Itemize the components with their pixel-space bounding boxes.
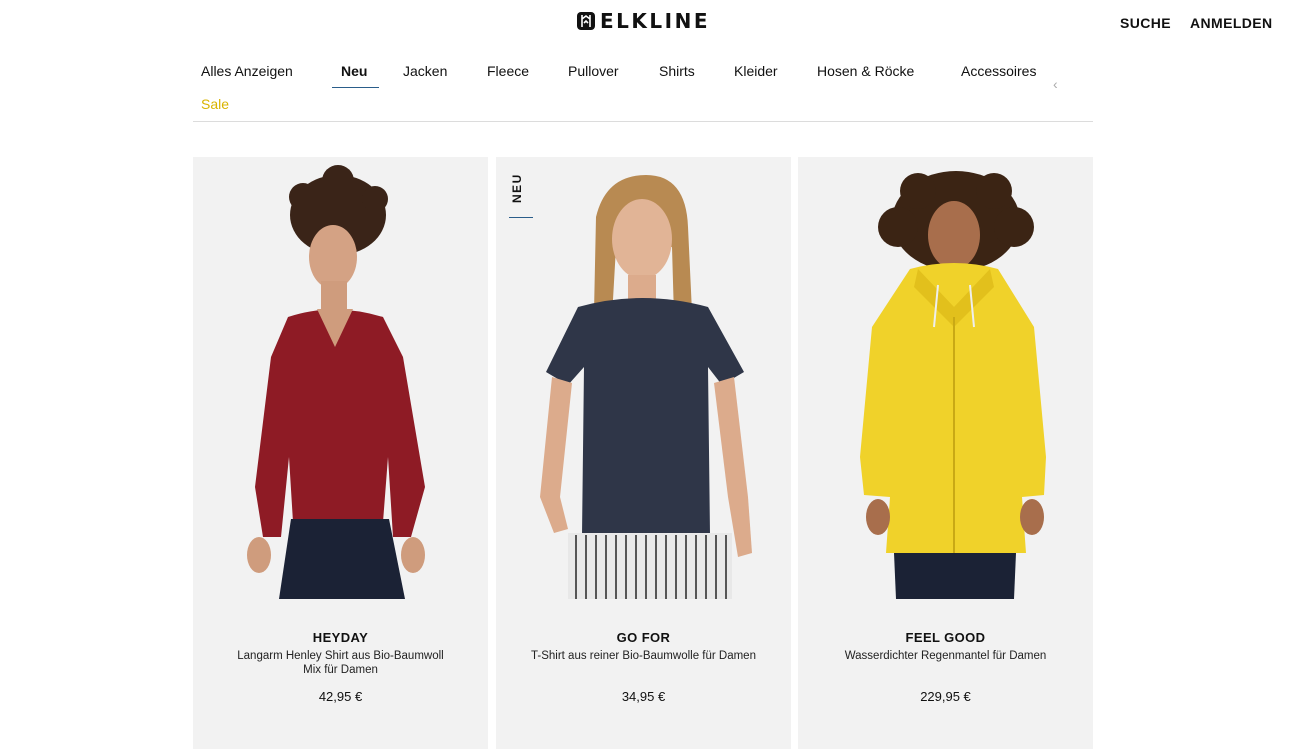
product-price: 229,95 € (920, 689, 971, 704)
site-header: ELKLINE SUCHE ANMELDEN (0, 0, 1299, 46)
nav-item-alles-anzeigen[interactable]: Alles Anzeigen (201, 63, 293, 79)
search-link[interactable]: SUCHE (1120, 15, 1171, 31)
product-brand: HEYDAY (312, 630, 369, 645)
product-grid: HEYDAY Langarm Henley Shirt aus Bio-Baum… (193, 157, 1093, 749)
elk-antler-logo-icon (577, 12, 595, 30)
product-image (860, 171, 1046, 599)
product-description: T-Shirt aus reiner Bio-Baumwolle für Dam… (531, 650, 756, 662)
nav-item-jacken[interactable]: Jacken (403, 63, 447, 79)
product-description: Wasserdichter Regenmantel für Damen (844, 650, 1047, 662)
logo-text: ELKLINE (600, 9, 710, 33)
nav-item-fleece[interactable]: Fleece (487, 63, 529, 79)
nav-item-kleider[interactable]: Kleider (734, 63, 778, 79)
new-badge: NEU (509, 167, 533, 219)
active-tab-underline (332, 87, 379, 88)
product-brand: GO FOR (616, 630, 671, 645)
logo[interactable]: ELKLINE (576, 10, 710, 32)
nav-item-neu[interactable]: Neu (341, 63, 367, 79)
nav-item-sale[interactable]: Sale (201, 96, 229, 112)
new-badge-label: NEU (510, 173, 524, 203)
product-card[interactable]: NEU GO FOR T-Shirt aus reiner Bio-Baumwo… (496, 157, 791, 749)
product-card[interactable]: HEYDAY Langarm Henley Shirt aus Bio-Baum… (193, 157, 488, 749)
category-nav: Alles Anzeigen Neu Jacken Fleece Pullove… (193, 60, 1093, 122)
nav-item-hosen-roecke[interactable]: Hosen & Röcke (817, 63, 914, 79)
nav-prev-chevron-icon[interactable]: ‹ (1053, 76, 1058, 92)
product-card[interactable]: FEEL GOOD Wasserdichter Regenmantel für … (798, 157, 1093, 749)
product-brand: FEEL GOOD (905, 630, 986, 645)
login-link[interactable]: ANMELDEN (1190, 15, 1273, 31)
product-price: 42,95 € (318, 689, 363, 704)
product-image (247, 165, 425, 599)
new-badge-underline (509, 217, 533, 218)
product-image (540, 175, 752, 599)
nav-item-pullover[interactable]: Pullover (568, 63, 619, 79)
product-description: Langarm Henley Shirt aus Bio-Baumwoll Mi… (237, 650, 444, 676)
nav-item-shirts[interactable]: Shirts (659, 63, 695, 79)
product-price: 34,95 € (621, 689, 666, 704)
nav-item-accessoires[interactable]: Accessoires (961, 63, 1036, 79)
